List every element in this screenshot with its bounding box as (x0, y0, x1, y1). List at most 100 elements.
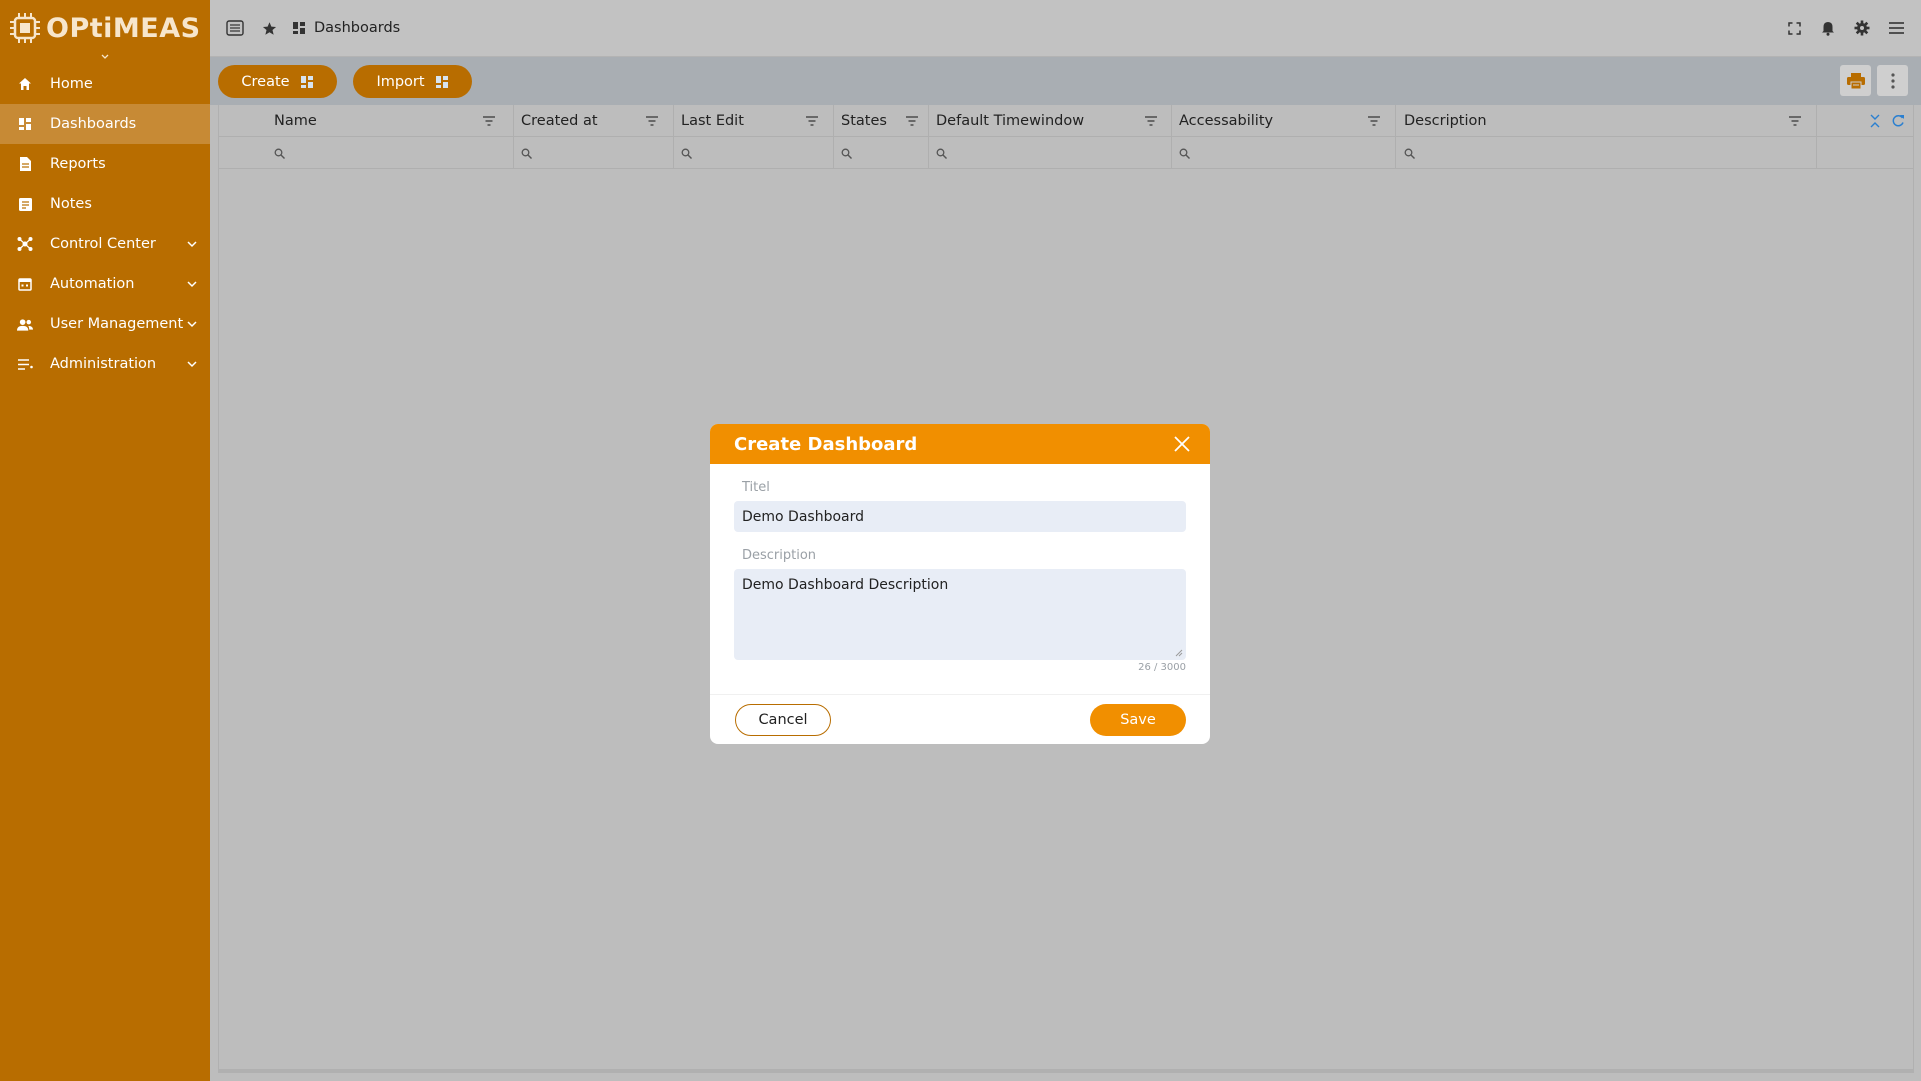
notifications-button[interactable] (1811, 11, 1845, 45)
sidebar-nav: Home Dashboards Reports Notes Control Ce… (0, 64, 210, 384)
column-header-name[interactable]: Name (274, 105, 506, 137)
title-input[interactable] (734, 501, 1186, 532)
logo[interactable]: OPtiMEAS (0, 0, 210, 56)
filter-input-default-timewindow[interactable] (936, 137, 1168, 169)
toggle-sidebar-button[interactable] (218, 11, 252, 45)
description-field-label: Description (742, 548, 817, 563)
hub-icon (17, 236, 33, 252)
resize-handle-icon[interactable] (1175, 649, 1183, 657)
filter-icon[interactable] (482, 114, 496, 128)
dashboard-icon (17, 116, 33, 132)
filter-icon[interactable] (1367, 114, 1381, 128)
sidebar-item-label: Notes (50, 196, 92, 212)
chip-logo-icon (10, 13, 40, 43)
filter-icon[interactable] (905, 114, 919, 128)
column-header-created-at[interactable]: Created at (521, 105, 669, 137)
search-icon (936, 148, 947, 159)
search-icon (521, 148, 532, 159)
star-icon (262, 21, 276, 35)
close-icon[interactable] (1174, 436, 1190, 452)
column-title: Last Edit (681, 113, 744, 129)
chevron-down-icon (187, 281, 197, 288)
filter-input-name[interactable] (274, 137, 506, 169)
column-header-accessability[interactable]: Accessability (1179, 105, 1391, 137)
users-icon (17, 316, 33, 332)
fullscreen-icon (1787, 21, 1801, 35)
topbar-actions (1777, 11, 1913, 45)
bell-icon (1822, 21, 1834, 36)
filter-icon[interactable] (805, 114, 819, 128)
breadcrumb-label: Dashboards (314, 20, 401, 36)
sidebar-item-label: Administration (50, 356, 157, 372)
sidebar-item-control-center[interactable]: Control Center (0, 224, 210, 264)
more-options-button[interactable] (1877, 65, 1908, 96)
save-button[interactable]: Save (1090, 704, 1186, 736)
printer-icon (1846, 72, 1865, 89)
column-title: Default Timewindow (936, 113, 1085, 129)
filter-input-states[interactable] (841, 137, 929, 169)
column-divider[interactable] (673, 105, 674, 169)
sidebar-item-label: User Management (50, 316, 184, 332)
column-header-description[interactable]: Description (1404, 105, 1812, 137)
chevron-down-icon[interactable] (100, 52, 110, 62)
sidebar-item-automation[interactable]: Automation (0, 264, 210, 304)
hamburger-icon (1888, 22, 1904, 34)
top-bar: Dashboards (210, 0, 1921, 57)
refresh-icon[interactable] (1891, 114, 1905, 128)
print-button[interactable] (1840, 65, 1871, 96)
filter-icon[interactable] (1144, 114, 1158, 128)
create-button-label: Create (241, 73, 290, 90)
dashboard-icon (435, 75, 448, 88)
chevron-down-icon (187, 361, 197, 368)
sidebar-item-user-management[interactable]: User Management (0, 304, 210, 344)
filter-input-created-at[interactable] (521, 137, 669, 169)
sidebar-item-home[interactable]: Home (0, 64, 210, 104)
column-divider[interactable] (1395, 105, 1396, 169)
search-icon (681, 148, 692, 159)
column-divider[interactable] (833, 105, 834, 169)
settings-button[interactable] (1845, 11, 1879, 45)
note-icon (17, 196, 33, 212)
sidebar-item-reports[interactable]: Reports (0, 144, 210, 184)
menu-button[interactable] (1879, 11, 1913, 45)
column-divider[interactable] (928, 105, 929, 169)
filter-input-description[interactable] (1404, 137, 1812, 169)
column-title: States (841, 113, 887, 129)
sidebar-item-label: Control Center (50, 236, 156, 252)
filter-input-last-edit[interactable] (681, 137, 829, 169)
sidebar-item-label: Dashboards (50, 116, 137, 132)
sidebar-item-dashboards[interactable]: Dashboards (0, 104, 210, 144)
filter-icon[interactable] (1788, 114, 1802, 128)
sidebar: OPtiMEAS Home Dashboards Reports Notes C… (0, 0, 210, 1081)
column-header-default-timewindow[interactable]: Default Timewindow (936, 105, 1168, 137)
column-divider[interactable] (513, 105, 514, 169)
favorite-button[interactable] (252, 11, 286, 45)
column-header-states[interactable]: States (841, 105, 929, 137)
import-button[interactable]: Import (353, 65, 472, 98)
table-filter-row (219, 137, 1913, 169)
sidebar-item-notes[interactable]: Notes (0, 184, 210, 224)
collapse-icon[interactable] (1869, 114, 1881, 128)
calendar-icon (17, 276, 33, 292)
character-counter: 26 / 3000 (1138, 662, 1186, 673)
column-header-last-edit[interactable]: Last Edit (681, 105, 829, 137)
sidebar-item-label: Automation (50, 276, 135, 292)
search-icon (1404, 148, 1415, 159)
column-title: Created at (521, 113, 598, 129)
sidebar-item-administration[interactable]: Administration (0, 344, 210, 384)
cancel-button[interactable]: Cancel (735, 704, 831, 736)
search-icon (1179, 148, 1190, 159)
filter-icon[interactable] (645, 114, 659, 128)
filter-input-accessability[interactable] (1179, 137, 1391, 169)
dialog-header: Create Dashboard (710, 424, 1210, 464)
description-value: Demo Dashboard Description (742, 577, 949, 593)
search-icon (274, 148, 285, 159)
create-button[interactable]: Create (218, 65, 337, 98)
sidebar-toggle-icon (226, 20, 244, 36)
fullscreen-button[interactable] (1777, 11, 1811, 45)
dialog-title: Create Dashboard (734, 433, 918, 455)
description-textarea[interactable]: Demo Dashboard Description (734, 569, 1186, 660)
create-dashboard-dialog: Create Dashboard Titel Description Demo … (710, 424, 1210, 744)
column-divider[interactable] (1171, 105, 1172, 169)
column-divider[interactable] (1816, 105, 1817, 169)
